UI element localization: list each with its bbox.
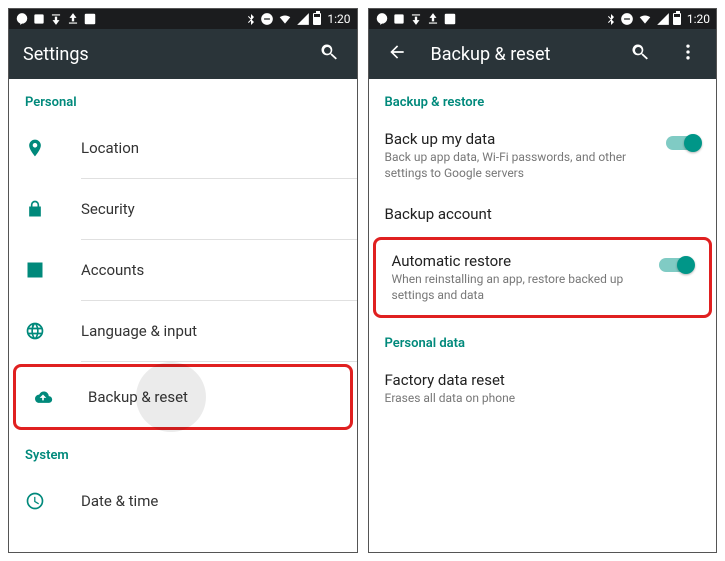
notif-screenshot-icon	[392, 12, 406, 26]
overflow-button[interactable]	[674, 38, 702, 70]
toggle-backup-my-data[interactable]	[666, 136, 700, 150]
item-label: Accounts	[81, 261, 144, 279]
do-not-disturb-icon	[620, 12, 634, 26]
pref-automatic-restore[interactable]: Automatic restore When reinstalling an a…	[376, 240, 710, 315]
status-time: 1:20	[327, 12, 350, 26]
backup-reset-screen: 1:20 Backup & reset Backup & restore Bac…	[368, 8, 718, 553]
bluetooth-icon	[245, 12, 257, 26]
notif-download-icon	[49, 12, 63, 26]
cloud-upload-icon	[32, 387, 54, 407]
pref-backup-my-data[interactable]: Back up my data Back up app data, Wi-Fi …	[369, 118, 717, 193]
wifi-icon	[277, 12, 293, 26]
battery-icon	[313, 13, 321, 25]
location-icon	[25, 138, 45, 158]
search-icon	[319, 42, 339, 62]
clock-icon	[25, 491, 45, 511]
item-security[interactable]: Security	[9, 179, 357, 239]
do-not-disturb-icon	[260, 12, 274, 26]
notif-upload-icon	[66, 12, 80, 26]
status-bar: 1:20	[9, 9, 357, 29]
pref-backup-account[interactable]: Backup account	[369, 193, 717, 235]
notif-translate-icon	[443, 12, 457, 26]
item-label: Backup & reset	[88, 388, 188, 406]
settings-list[interactable]: Personal Location Security Accounts Lang…	[9, 79, 357, 552]
page-title: Backup & reset	[431, 44, 607, 65]
account-icon	[25, 260, 45, 280]
item-label: Location	[81, 139, 139, 157]
highlight-auto-restore: Automatic restore When reinstalling an a…	[373, 237, 713, 318]
bluetooth-icon	[605, 12, 617, 26]
globe-icon	[25, 321, 45, 341]
page-title: Settings	[23, 44, 295, 65]
item-language[interactable]: Language & input	[9, 301, 357, 361]
search-icon	[630, 42, 650, 62]
notif-hangouts-icon	[15, 12, 29, 26]
settings-screen: 1:20 Settings Personal Location Security…	[8, 8, 358, 553]
section-personal-data: Personal data	[369, 320, 717, 359]
item-accounts[interactable]: Accounts	[9, 240, 357, 300]
notif-screenshot-icon	[32, 12, 46, 26]
item-date-time[interactable]: Date & time	[9, 471, 357, 531]
item-backup-reset[interactable]: Backup & reset	[16, 367, 350, 427]
status-time: 1:20	[687, 12, 710, 26]
divider	[81, 361, 357, 362]
pref-title: Factory data reset	[385, 371, 701, 389]
app-bar: Backup & reset	[369, 29, 717, 79]
notif-hangouts-icon	[375, 12, 389, 26]
back-arrow-icon	[387, 42, 407, 62]
app-bar: Settings	[9, 29, 357, 79]
wifi-icon	[637, 12, 653, 26]
pref-title: Automatic restore	[392, 252, 648, 270]
notif-download-icon	[409, 12, 423, 26]
back-button[interactable]	[383, 38, 411, 70]
search-button[interactable]	[315, 38, 343, 70]
more-vert-icon	[678, 42, 698, 62]
pref-factory-reset[interactable]: Factory data reset Erases all data on ph…	[369, 359, 717, 419]
pref-summary: When reinstalling an app, restore backed…	[392, 272, 648, 303]
backup-reset-list[interactable]: Backup & restore Back up my data Back up…	[369, 79, 717, 552]
pref-summary: Erases all data on phone	[385, 391, 701, 407]
section-personal: Personal	[9, 79, 357, 118]
item-label: Security	[81, 200, 135, 218]
pref-summary: Back up app data, Wi-Fi passwords, and o…	[385, 150, 655, 181]
section-system: System	[9, 432, 357, 471]
section-backup-restore: Backup & restore	[369, 79, 717, 118]
highlight-backup-reset: Backup & reset	[13, 364, 353, 430]
item-label: Language & input	[81, 322, 197, 340]
status-bar: 1:20	[369, 9, 717, 29]
battery-icon	[673, 13, 681, 25]
pref-title: Back up my data	[385, 130, 655, 148]
signal-icon	[296, 12, 310, 26]
search-button[interactable]	[626, 38, 654, 70]
signal-icon	[656, 12, 670, 26]
item-location[interactable]: Location	[9, 118, 357, 178]
lock-icon	[25, 199, 45, 219]
pref-title: Backup account	[385, 205, 701, 223]
toggle-automatic-restore[interactable]	[659, 258, 693, 272]
notif-translate-icon	[83, 12, 97, 26]
item-label: Date & time	[81, 492, 158, 510]
notif-upload-icon	[426, 12, 440, 26]
